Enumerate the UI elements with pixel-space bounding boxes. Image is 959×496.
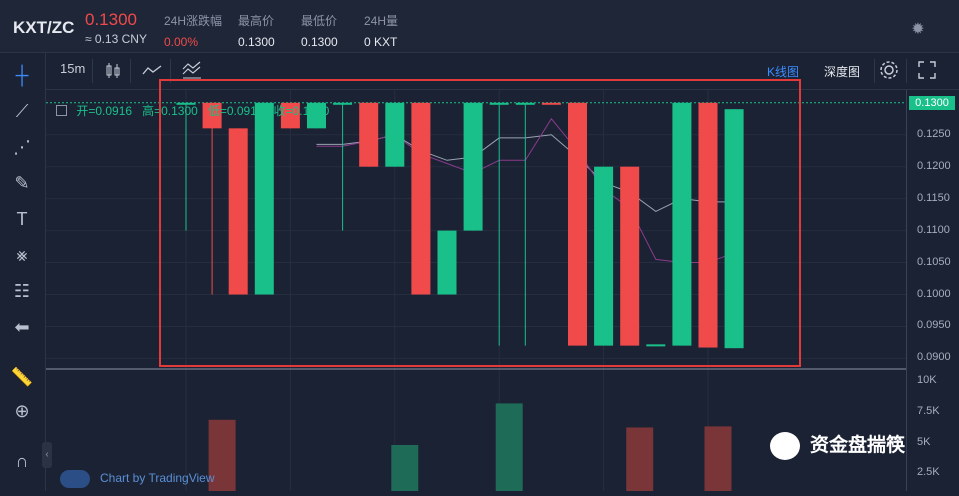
- tradingview-text: Chart by TradingView: [100, 471, 215, 486]
- price-tick: 0.0900: [917, 351, 951, 364]
- magnet-icon[interactable]: ∩: [10, 449, 34, 473]
- price-tick: 0.1100: [917, 223, 950, 236]
- highlight-box: [159, 79, 801, 367]
- arrow-left-icon[interactable]: ⬅: [10, 315, 34, 339]
- text-tool-icon[interactable]: T: [10, 207, 34, 231]
- volume-bar: [704, 426, 732, 491]
- indicators-icon[interactable]: [182, 60, 202, 80]
- stat-low: 最低价 0.1300: [301, 12, 338, 49]
- stat-volume: 24H量 0 KXT: [364, 12, 398, 49]
- toolbar-divider: [874, 59, 875, 83]
- sun-icon[interactable]: ✹: [908, 20, 928, 40]
- stat-change: 24H涨跌幅 0.00%: [164, 12, 222, 49]
- tradingview-credit[interactable]: Chart by TradingView: [60, 470, 215, 488]
- fib-icon[interactable]: ☷: [10, 279, 34, 303]
- price-tick: 0.0950: [917, 319, 951, 332]
- toolbar-divider: [130, 59, 131, 83]
- price-tick: 0.1200: [917, 159, 951, 172]
- toggle-icon[interactable]: [56, 105, 67, 116]
- volume-tick: 10K: [917, 374, 937, 386]
- zoom-in-icon[interactable]: ⊕: [10, 399, 34, 423]
- wechat-icon: [770, 431, 800, 460]
- stat-value: 0 KXT: [364, 35, 398, 49]
- fullscreen-icon[interactable]: [918, 61, 936, 79]
- line-type-icon[interactable]: [142, 63, 162, 77]
- stat-label: 最高价: [238, 14, 275, 28]
- volume-bar: [626, 427, 654, 491]
- crosshair-icon[interactable]: ┼: [10, 63, 34, 87]
- current-price-tag: 0.1300: [909, 95, 955, 110]
- watermark: 资金盘揣筷: [770, 430, 905, 460]
- pair-symbol[interactable]: KXT/ZC: [13, 18, 74, 38]
- legend-open: 开=0.0916: [76, 104, 133, 118]
- trendline-icon[interactable]: ⟋: [10, 99, 34, 123]
- pitchfork-icon[interactable]: ⋰: [10, 135, 34, 159]
- pattern-icon[interactable]: ⨳: [10, 243, 34, 267]
- price-cny: ≈ 0.13 CNY: [85, 32, 147, 46]
- tab-kline[interactable]: K线图: [767, 63, 799, 80]
- brush-icon[interactable]: ✎: [10, 171, 34, 195]
- price-tick: 0.1150: [917, 191, 950, 204]
- volume-bar: [391, 445, 419, 491]
- stat-value: 0.1300: [301, 35, 338, 49]
- volume-tick: 7.5K: [917, 405, 940, 417]
- stat-label: 24H量: [364, 14, 399, 28]
- price-axis[interactable]: 0.1300 0.1250 0.1200 0.1150 0.1100 0.105…: [906, 90, 959, 491]
- stat-value: 0.1300: [238, 35, 275, 49]
- stat-high: 最高价 0.1300: [238, 12, 275, 49]
- volume-bar: [495, 403, 523, 491]
- market-header: KXT/ZC 0.1300 ≈ 0.13 CNY 24H涨跌幅 0.00% 最高…: [0, 0, 959, 53]
- toolbar-divider: [906, 59, 907, 83]
- tradingview-logo-icon: [60, 470, 90, 488]
- gear-icon[interactable]: [878, 59, 900, 81]
- price-tick: 0.1050: [917, 255, 951, 268]
- drawing-toolbar: ┼ ⟋ ⋰ ✎ T ⨳ ☷ ⬅ 📏 ⊕ ∩: [0, 53, 46, 491]
- interval-button[interactable]: 15m: [60, 61, 85, 76]
- toolbar-divider: [92, 59, 93, 83]
- stat-value: 0.00%: [164, 35, 199, 49]
- price-tick: 0.1250: [917, 127, 951, 140]
- ruler-icon[interactable]: 📏: [10, 365, 34, 389]
- volume-tick: 2.5K: [917, 466, 940, 478]
- candle-type-icon[interactable]: [104, 61, 122, 81]
- price-tick: 0.1000: [917, 287, 951, 300]
- watermark-text: 资金盘揣筷: [810, 435, 906, 456]
- volume-tick: 5K: [917, 436, 931, 448]
- stat-label: 24H涨跌幅: [164, 14, 223, 28]
- stat-label: 最低价: [301, 14, 338, 28]
- tab-depth[interactable]: 深度图: [824, 63, 860, 80]
- last-price: 0.1300: [85, 10, 137, 29]
